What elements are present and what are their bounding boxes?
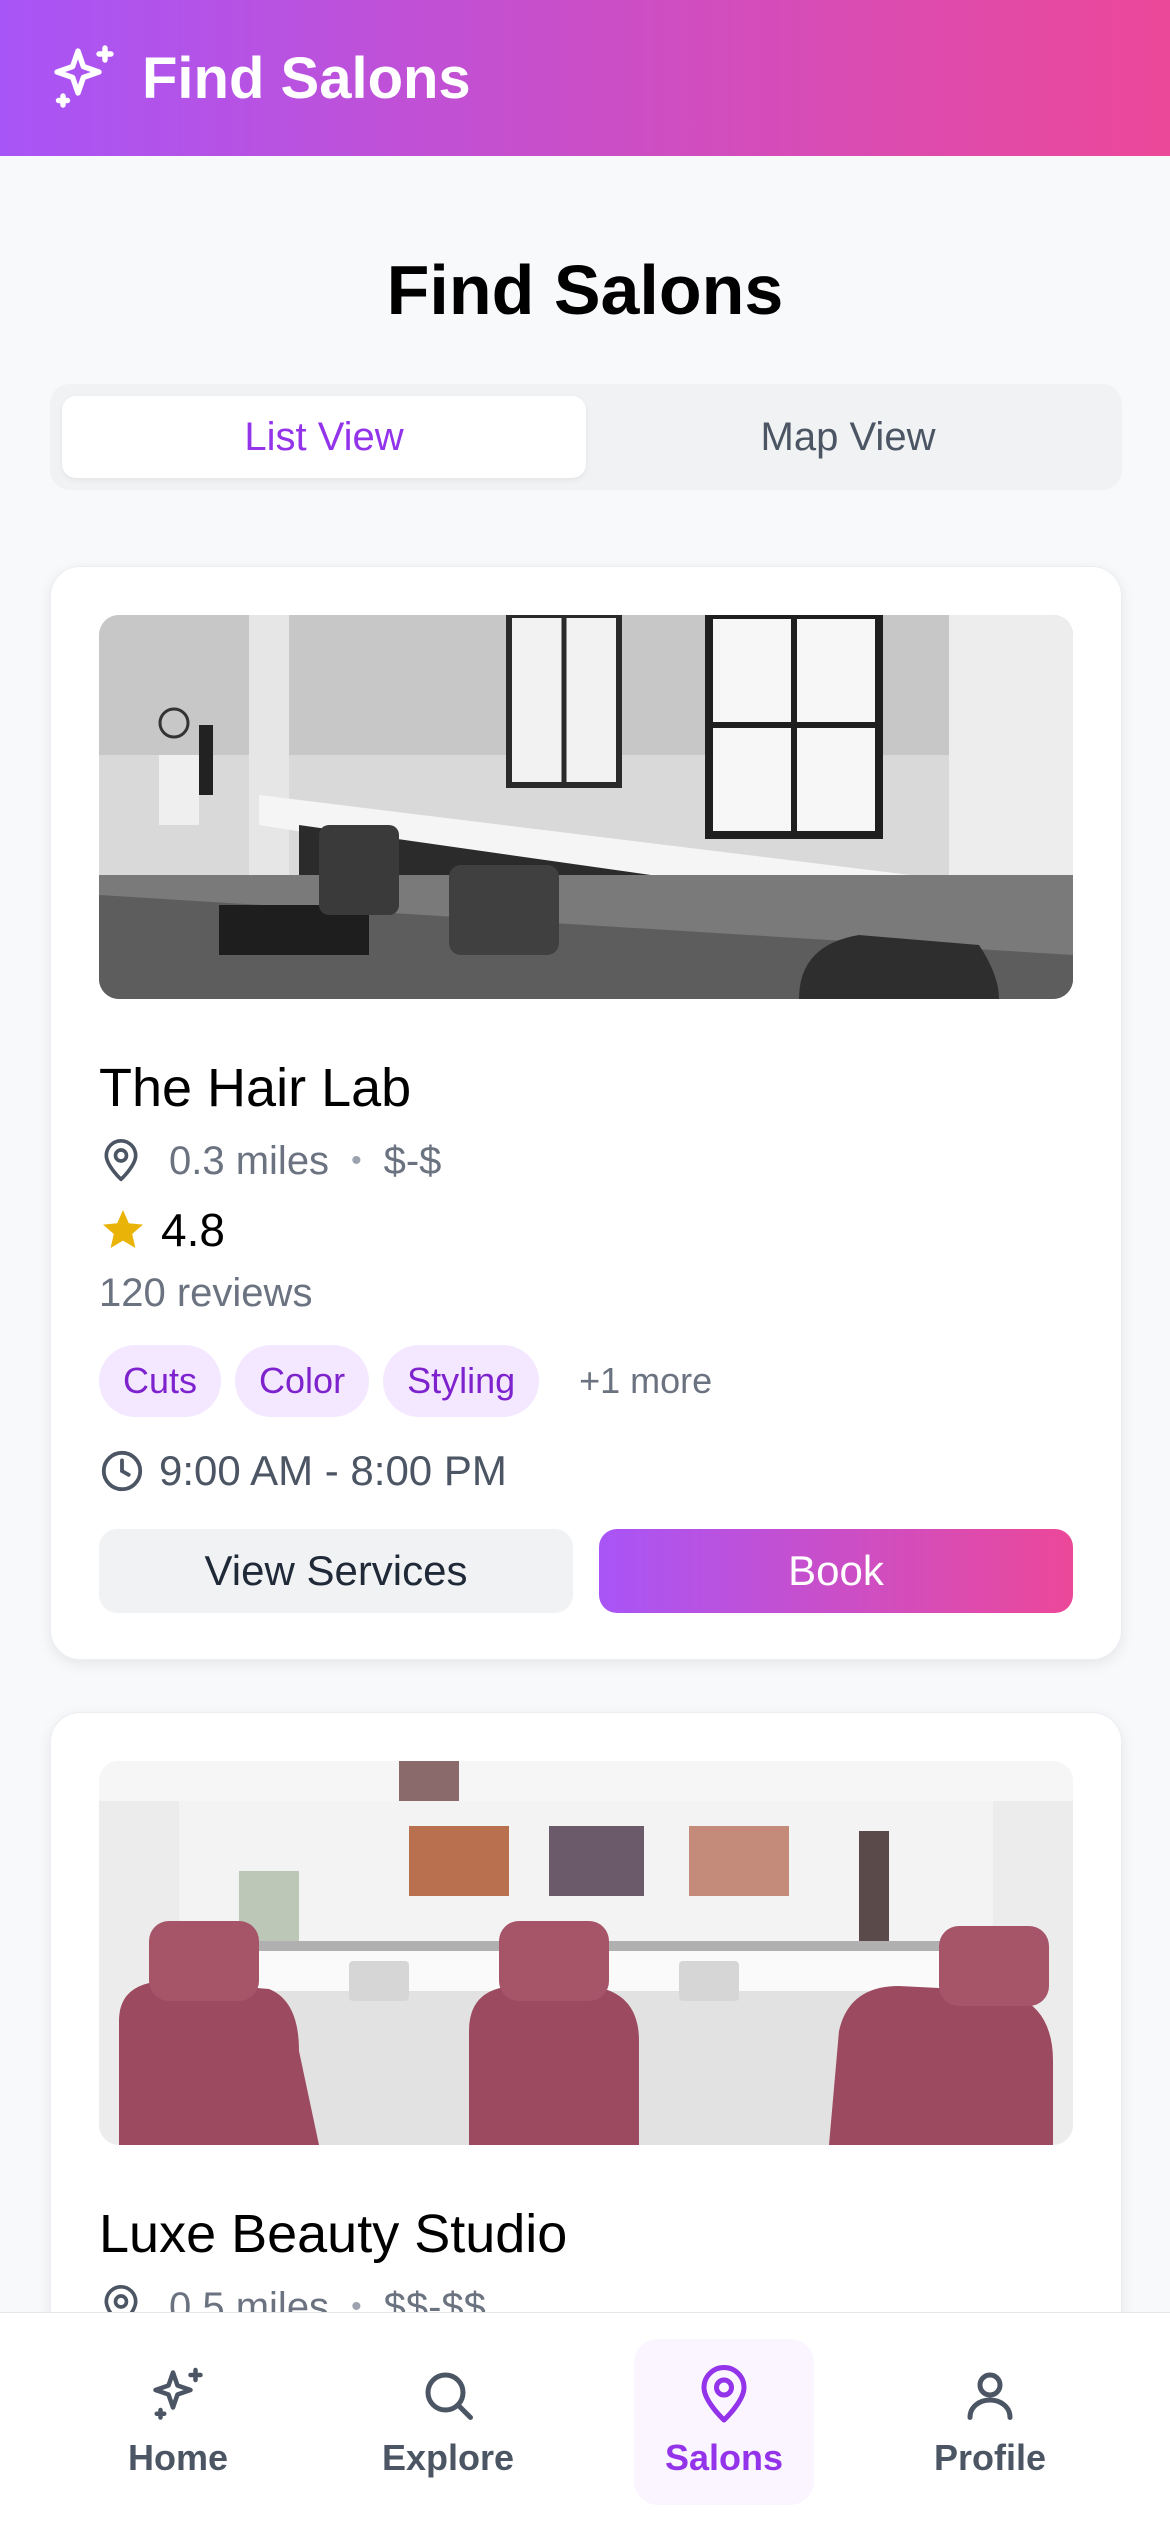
map-pin-icon	[701, 2365, 747, 2423]
clock-icon	[101, 1450, 143, 1492]
salon-price: $-$	[383, 1138, 442, 1183]
salon-distance: 0.3 miles	[169, 1138, 330, 1183]
salon-photo	[99, 1761, 1073, 2145]
app-header: Find Salons	[0, 0, 1170, 156]
bottom-nav: Home Explore Salons Profile	[0, 2312, 1170, 2532]
nav-profile[interactable]: Profile	[900, 2339, 1080, 2505]
nav-salons[interactable]: Salons	[634, 2339, 814, 2505]
nav-home[interactable]: Home	[88, 2339, 268, 2505]
view-toggle: List View Map View	[50, 384, 1122, 490]
user-icon	[967, 2372, 1013, 2420]
salon-rating: 4.8	[99, 1203, 225, 1257]
salon-meta: 0.3 miles • $-$	[99, 1137, 441, 1185]
service-tag: Styling	[383, 1345, 540, 1417]
list-view-tab[interactable]: List View	[62, 396, 586, 478]
separator-dot: •	[351, 1144, 362, 1177]
search-icon	[425, 2372, 473, 2420]
nav-profile-label: Profile	[933, 2437, 1047, 2478]
service-tag: Cuts	[99, 1345, 222, 1417]
salon-name[interactable]: Luxe Beauty Studio	[99, 2203, 567, 2265]
nav-explore-label: Explore	[381, 2437, 515, 2478]
nav-salons-label: Salons	[664, 2437, 784, 2478]
map-view-tab[interactable]: Map View	[586, 396, 1110, 478]
review-count: 120 reviews	[99, 1271, 313, 1315]
salon-photo	[99, 615, 1073, 999]
nav-home-label: Home	[127, 2437, 229, 2478]
service-tag: Color	[235, 1345, 370, 1417]
rating-value: 4.8	[161, 1204, 225, 1256]
view-services-button[interactable]: View Services	[99, 1529, 573, 1613]
book-button[interactable]: Book	[599, 1529, 1073, 1613]
sparkles-icon	[153, 2367, 203, 2420]
app-title: Find Salons	[142, 45, 471, 111]
star-icon	[103, 1210, 143, 1248]
map-pin-icon	[104, 1139, 138, 1182]
salon-card[interactable]: The Hair Lab 0.3 miles • $-$ 4.8 120 rev…	[50, 566, 1122, 1660]
more-tags: +1 more	[579, 1360, 713, 1401]
salon-name[interactable]: The Hair Lab	[99, 1057, 411, 1119]
nav-explore[interactable]: Explore	[358, 2339, 538, 2505]
page-title: Find Salons	[386, 251, 784, 329]
service-tags: Cuts Color Styling +1 more	[99, 1345, 712, 1417]
salon-hours: 9:00 AM - 8:00 PM	[99, 1447, 507, 1495]
sparkles-icon	[54, 45, 114, 108]
hours-text: 9:00 AM - 8:00 PM	[159, 1447, 507, 1494]
